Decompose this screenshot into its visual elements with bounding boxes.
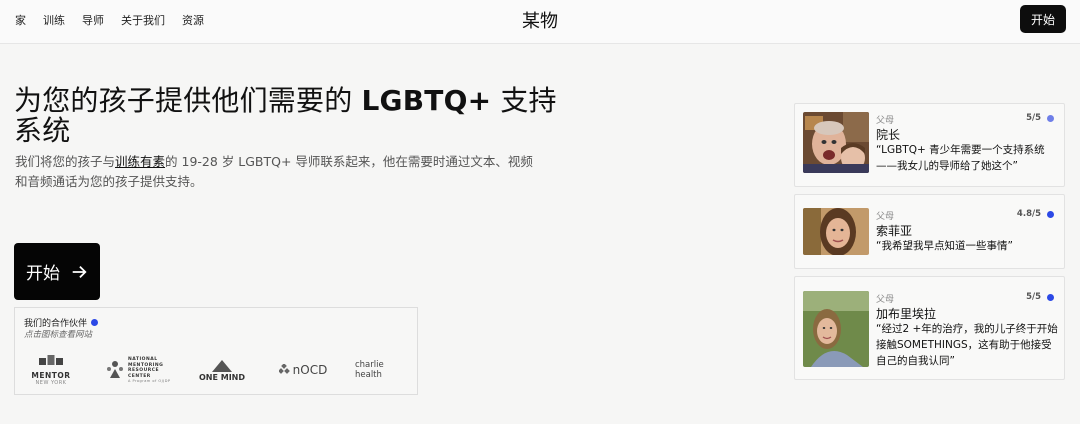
mentor-logo-sub: NEW YORK — [35, 379, 67, 386]
testimonial-name-2: 索菲亚 — [876, 224, 913, 238]
testimonial-rating-1: 5/5 — [1026, 113, 1054, 123]
partner-logo-nocd[interactable]: nOCD — [277, 350, 329, 390]
nocd-mark-icon — [278, 364, 290, 374]
testimonial-role-2: 父母 — [876, 212, 895, 222]
nmrc-logo-text: NATIONAL MENTORING RESOURCE CENTER — [128, 357, 164, 379]
parent-child-photo-icon — [803, 112, 869, 173]
hero-start-button[interactable]: 开始 — [14, 243, 100, 300]
nav-link-training[interactable]: 训练 — [43, 12, 65, 28]
mentor-logo-text: MENTOR — [31, 370, 71, 380]
nav-link-mentors[interactable]: 导师 — [82, 12, 104, 28]
hero-title-part1: 为您的孩子提供他们需要的 — [14, 84, 362, 117]
nav-link-home[interactable]: 家 — [15, 12, 26, 28]
partner-logo-nmrc[interactable]: NATIONAL MENTORING RESOURCE CENTER A Pro… — [105, 350, 177, 390]
testimonial-name-1: 院长 — [876, 128, 901, 142]
partner-logo-onemind[interactable]: ONE MIND — [197, 350, 247, 390]
testimonial-role-1: 父母 — [876, 116, 895, 126]
nav-link-resources[interactable]: 资源 — [182, 12, 204, 28]
testimonial-role-3: 父母 — [876, 295, 895, 305]
testimonial-name-3: 加布里埃拉 — [876, 307, 937, 321]
arrow-right-icon — [72, 265, 87, 278]
brand-name[interactable]: 某物 — [522, 11, 558, 32]
mentor-mark-icon — [39, 354, 63, 365]
partners-box: 我们的合作伙伴 点击图标查看网站 MENTOR NEW YORK NATIONA… — [14, 307, 418, 395]
top-nav: 家 训练 导师 关于我们 资源 某物 开始 — [0, 0, 1080, 44]
rating-dot-icon — [1047, 210, 1054, 218]
nmrc-logo-textblock: NATIONAL MENTORING RESOURCE CENTER A Pro… — [128, 357, 176, 383]
testimonial-quote-2: “我希望我早点知道一些事情” — [876, 240, 1013, 252]
testimonial-card-1[interactable]: 父母 5/5 院长 “LGBTQ+ 青少年需要一个支持系统——我女儿的导师给了她… — [794, 103, 1065, 187]
charlie-logo-text: charlie health — [355, 360, 384, 380]
testimonial-rating-3-text: 5/5 — [1026, 292, 1041, 302]
accent-dot-icon — [91, 319, 99, 326]
nocd-logo-text: nOCD — [292, 363, 328, 377]
nav-links: 家 训练 导师 关于我们 资源 — [15, 12, 221, 28]
hero-description: 我们将您的孩子与训练有素的 19-28 岁 LGBTQ+ 导师联系起来，他在需要… — [15, 152, 545, 192]
testimonial-photo-1 — [803, 112, 869, 173]
nmrc-logo-sub: A Program of OJJDP — [128, 379, 171, 383]
rating-dot-icon — [1047, 293, 1054, 301]
hero-start-label: 开始 — [26, 264, 60, 284]
testimonial-quote-3: “经过2 +年的治疗，我的儿子终于开始接触SOMETHINGS，这有助于他接受自… — [876, 323, 1058, 367]
partner-logo-charlie[interactable]: charlie health — [355, 350, 413, 390]
testimonial-card-2[interactable]: 父母 4.8/5 索菲亚 “我希望我早点知道一些事情” — [794, 194, 1065, 269]
testimonial-photo-2 — [803, 208, 869, 255]
rating-dot-icon — [1047, 114, 1054, 122]
nmrc-mark-icon — [107, 361, 123, 378]
testimonial-quote-1: “LGBTQ+ 青少年需要一个支持系统——我女儿的导师给了她这个” — [876, 144, 1045, 172]
testimonial-rating-2-text: 4.8/5 — [1016, 209, 1041, 219]
woman-outdoor-photo-icon — [803, 291, 869, 367]
woman-portrait-icon — [803, 208, 869, 255]
partner-logo-mentor[interactable]: MENTOR NEW YORK — [29, 350, 73, 390]
nav-start-button[interactable]: 开始 — [1020, 5, 1066, 33]
testimonial-rating-3: 5/5 — [1026, 292, 1054, 302]
testimonial-rating-1-text: 5/5 — [1026, 113, 1041, 123]
nav-link-about[interactable]: 关于我们 — [121, 12, 165, 28]
partners-hint: 点击图标查看网站 — [24, 330, 93, 340]
hero-title: 为您的孩子提供他们需要的 LGBTQ+ 支持系统 — [14, 86, 564, 146]
onemind-mark-icon — [212, 359, 232, 372]
trained-link[interactable]: 训练有素 — [115, 154, 165, 169]
testimonial-card-3[interactable]: 父母 5/5 加布里埃拉 “经过2 +年的治疗，我的儿子终于开始接触SOMETH… — [794, 276, 1065, 380]
hero-title-bold: LGBTQ+ — [361, 84, 492, 117]
testimonial-photo-3 — [803, 291, 869, 367]
hero-desc-part1: 我们将您的孩子与 — [15, 154, 116, 169]
onemind-logo-text: ONE MIND — [198, 372, 246, 382]
testimonial-rating-2: 4.8/5 — [1017, 209, 1054, 219]
